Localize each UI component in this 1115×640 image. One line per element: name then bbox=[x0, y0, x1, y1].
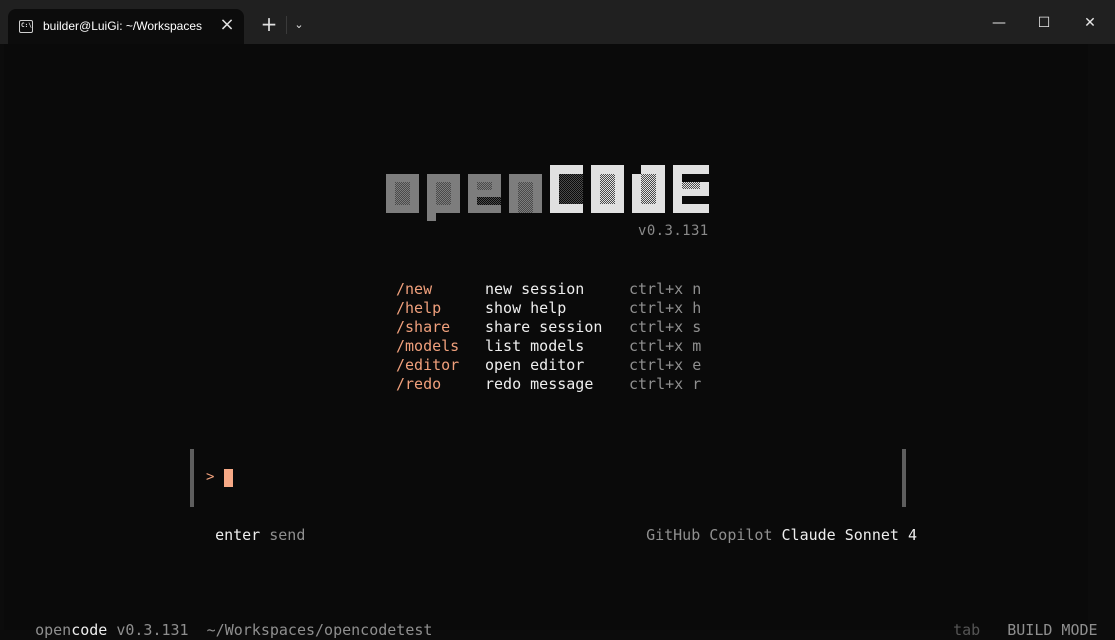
prompt-symbol: > bbox=[206, 469, 215, 485]
scrollbar[interactable] bbox=[1088, 44, 1115, 630]
tab-separator bbox=[286, 16, 287, 34]
command-shortcut: ctrl+x m bbox=[629, 337, 702, 355]
terminal-tab[interactable]: C:\ builder@LuiGi: ~/Workspaces × bbox=[8, 9, 244, 44]
status-app-open: open bbox=[35, 621, 72, 639]
status-path: ~/Workspaces/opencodetest bbox=[206, 621, 433, 639]
close-button[interactable]: ✕ bbox=[1075, 8, 1105, 38]
command-command: /models bbox=[396, 337, 460, 355]
command-description: list models bbox=[485, 337, 585, 355]
command-description: show help bbox=[485, 299, 567, 317]
prompt-input-box[interactable]: > bbox=[190, 449, 906, 507]
chevron-down-icon[interactable]: ⌄ bbox=[290, 15, 308, 35]
hint-action: send bbox=[269, 526, 306, 544]
command-command: /new bbox=[396, 280, 433, 298]
model-provider: GitHub Copilot bbox=[646, 526, 773, 544]
command-description: new session bbox=[485, 280, 585, 298]
opencode-logo bbox=[386, 165, 712, 225]
command-description: redo message bbox=[485, 375, 594, 393]
input-border-left bbox=[190, 449, 194, 507]
command-command: /share bbox=[396, 318, 451, 336]
command-shortcut: ctrl+x e bbox=[629, 356, 702, 374]
input-border-right bbox=[902, 449, 906, 507]
status-tab-hint: tab bbox=[953, 621, 981, 639]
command-shortcut: ctrl+x h bbox=[629, 299, 702, 317]
command-shortcut: ctrl+x n bbox=[629, 280, 702, 298]
status-right: tab BUILD MODE bbox=[935, 602, 1098, 640]
hint-key: enter bbox=[215, 526, 261, 544]
send-hint: enter send bbox=[197, 507, 305, 545]
tab-close-icon[interactable]: × bbox=[217, 15, 237, 35]
title-bar: C:\ builder@LuiGi: ~/Workspaces × + ⌄ — … bbox=[0, 0, 1115, 44]
status-left: opencode v0.3.131 ~/Workspaces/opencodet… bbox=[17, 602, 432, 640]
command-shortcut: ctrl+x r bbox=[629, 375, 702, 393]
status-version: v0.3.131 bbox=[116, 621, 189, 639]
version-label: v0.3.131 bbox=[638, 223, 709, 239]
minimize-button[interactable]: — bbox=[984, 8, 1014, 38]
status-mode: BUILD MODE bbox=[1007, 621, 1098, 639]
command-shortcut: ctrl+x s bbox=[629, 318, 702, 336]
text-cursor bbox=[224, 469, 233, 487]
tab-title: builder@LuiGi: ~/Workspaces bbox=[43, 19, 203, 33]
status-app-code: code bbox=[71, 621, 108, 639]
logo-graphic bbox=[386, 165, 709, 221]
command-command: /help bbox=[396, 299, 442, 317]
command-description: open editor bbox=[485, 356, 585, 374]
command-description: share session bbox=[485, 318, 603, 336]
model-indicator[interactable]: GitHub Copilot Claude Sonnet 4 bbox=[628, 507, 917, 545]
new-tab-button[interactable]: + bbox=[258, 13, 280, 35]
model-name: Claude Sonnet 4 bbox=[781, 526, 917, 544]
terminal-icon: C:\ bbox=[19, 20, 33, 33]
maximize-button[interactable]: ☐ bbox=[1029, 8, 1059, 38]
command-command: /redo bbox=[396, 375, 442, 393]
command-command: /editor bbox=[396, 356, 460, 374]
